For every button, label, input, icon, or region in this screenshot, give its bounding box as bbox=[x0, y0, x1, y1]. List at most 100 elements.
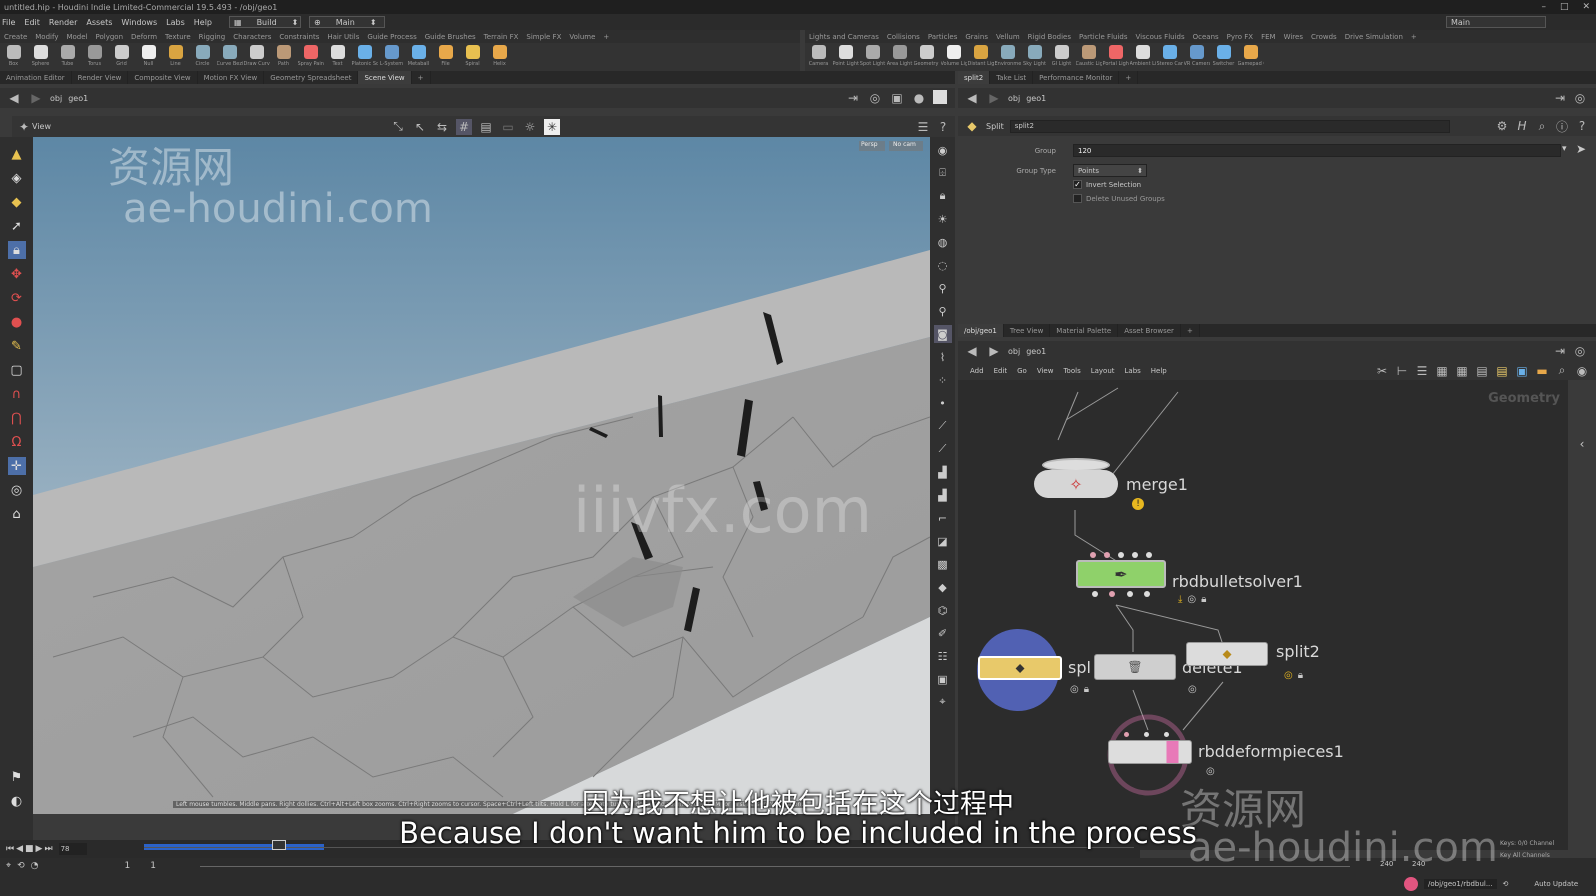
shelf_right-tool-5[interactable]: Volume Light bbox=[940, 43, 967, 71]
shelf-right-tab-6[interactable]: Particle Fluids bbox=[1075, 33, 1132, 41]
eye-icon[interactable]: ◉ bbox=[934, 141, 952, 159]
add-tab-button[interactable]: + bbox=[412, 71, 431, 84]
shelf-left-tab-8[interactable]: Constraints bbox=[275, 33, 323, 41]
snap-magnet-icon[interactable]: ⋂ bbox=[8, 409, 26, 427]
shelf-right-tab-0[interactable]: Lights and Cameras bbox=[805, 33, 883, 41]
layout-icon[interactable]: ▤ bbox=[1474, 363, 1490, 379]
shelf-right-tab-12[interactable]: Crowds bbox=[1307, 33, 1341, 41]
tab-tree-view[interactable]: Tree View bbox=[1004, 324, 1051, 337]
menu-labs[interactable]: Labs bbox=[166, 18, 185, 27]
menu-render[interactable]: Render bbox=[49, 18, 77, 27]
display-icon[interactable] bbox=[933, 90, 947, 104]
shelf-left-tab-1[interactable]: Modify bbox=[31, 33, 62, 41]
lighting-icon[interactable]: ☼ bbox=[522, 119, 538, 135]
shelf-right-tab-3[interactable]: Grains bbox=[961, 33, 992, 41]
shelf_left-tool-2[interactable]: Tube bbox=[54, 43, 81, 71]
shelf-left-tab-2[interactable]: Model bbox=[62, 33, 91, 41]
select-arrow-icon[interactable]: ➤ bbox=[1576, 142, 1586, 156]
loop-icon[interactable]: ⟲ bbox=[17, 861, 25, 871]
menu-assets[interactable]: Assets bbox=[86, 18, 112, 27]
status-avatar[interactable] bbox=[1404, 877, 1418, 891]
lock-icon[interactable]: 🔒︎ bbox=[7, 241, 26, 259]
teapot-icon[interactable]: ⌂ bbox=[8, 505, 26, 523]
tree-icon[interactable]: ⊢ bbox=[1394, 363, 1410, 379]
persp-label[interactable]: Persp bbox=[861, 141, 878, 148]
tab-performance-monitor[interactable]: Performance Monitor bbox=[1033, 71, 1120, 84]
list-icon[interactable]: ☰ bbox=[1414, 363, 1430, 379]
close-button[interactable]: ✕ bbox=[1582, 2, 1590, 12]
delete-unused-checkbox[interactable] bbox=[1073, 194, 1082, 203]
chevron-down-icon[interactable]: ▾ bbox=[1562, 144, 1567, 154]
shelf_right-tool-8[interactable]: Sky Light bbox=[1021, 43, 1048, 71]
shelf_right-tool-0[interactable]: Camera bbox=[805, 43, 832, 71]
points-icon[interactable]: ⁘ bbox=[934, 371, 952, 389]
net-menu-layout[interactable]: Layout bbox=[1091, 367, 1115, 375]
shelf-right-tab-4[interactable]: Vellum bbox=[992, 33, 1024, 41]
invert-checkbox[interactable]: ✓ bbox=[1073, 180, 1082, 189]
help-icon[interactable]: ? bbox=[935, 119, 951, 135]
shelf-right-tab-7[interactable]: Viscous Fluids bbox=[1132, 33, 1189, 41]
lock-icon[interactable]: 🔒︎ bbox=[1201, 594, 1206, 605]
eye-icon[interactable]: ◉ bbox=[1574, 363, 1590, 379]
add-shelf-tab-button[interactable]: + bbox=[1407, 33, 1421, 41]
add-shelf-tab-button[interactable]: + bbox=[599, 33, 613, 41]
bulb-alt-icon[interactable]: ⚲ bbox=[934, 302, 952, 320]
key-all-channels-button[interactable]: Key All Channels bbox=[1500, 852, 1550, 859]
shelf-left-tab-14[interactable]: Volume bbox=[565, 33, 599, 41]
shelf-right-tab-5[interactable]: Rigid Bodies bbox=[1024, 33, 1075, 41]
delete1-node[interactable]: 🗑︎ bbox=[1094, 654, 1176, 680]
camera-view-icon[interactable]: ⌹ bbox=[934, 164, 952, 182]
grid-alt-icon[interactable]: ▦ bbox=[1454, 363, 1470, 379]
shelf-left-tab-9[interactable]: Hair Utils bbox=[323, 33, 363, 41]
camera-icon[interactable]: ▤ bbox=[478, 119, 494, 135]
pin-map-icon[interactable]: ⌖ bbox=[934, 693, 952, 711]
wire-icon[interactable]: ◌ bbox=[934, 256, 952, 274]
select-icon[interactable]: ➚ bbox=[8, 217, 26, 235]
shelf_left-tool-0[interactable]: Box bbox=[0, 43, 27, 71]
forward-arrow-icon[interactable]: ▶ bbox=[28, 90, 44, 106]
pin-icon[interactable]: ⇥ bbox=[1552, 343, 1568, 359]
link-icon[interactable]: ◎ bbox=[1572, 90, 1588, 106]
shelf_left-tool-13[interactable]: Platonic Solids bbox=[351, 43, 378, 71]
search-icon[interactable]: ⌕ bbox=[1534, 118, 1550, 134]
forward-arrow-icon[interactable]: ▶ bbox=[986, 343, 1002, 359]
shelf_right-tool-10[interactable]: Caustic Light bbox=[1075, 43, 1102, 71]
shelf-right-tab-11[interactable]: Wires bbox=[1280, 33, 1307, 41]
shelf_left-tool-9[interactable]: Draw Curve bbox=[243, 43, 270, 71]
shelf_left-tool-12[interactable]: Text bbox=[324, 43, 351, 71]
shelf_left-tool-10[interactable]: Path bbox=[270, 43, 297, 71]
note-icon[interactable]: ▤ bbox=[1494, 363, 1510, 379]
light-icon[interactable]: ☀ bbox=[934, 210, 952, 228]
shelf-left-tab-13[interactable]: Simple FX bbox=[522, 33, 565, 41]
pick-icon[interactable]: ⟋ bbox=[934, 440, 952, 458]
shelf-right-tab-1[interactable]: Collisions bbox=[883, 33, 924, 41]
menu-windows[interactable]: Windows bbox=[121, 18, 157, 27]
shelf_right-tool-3[interactable]: Area Light bbox=[886, 43, 913, 71]
shelf_left-tool-1[interactable]: Sphere bbox=[27, 43, 54, 71]
tab-split2[interactable]: split2 bbox=[958, 71, 991, 84]
range-current[interactable]: 1 bbox=[150, 861, 156, 871]
shelf_right-tool-4[interactable]: Geometry Light bbox=[913, 43, 940, 71]
shelf_left-tool-4[interactable]: Grid bbox=[108, 43, 135, 71]
download-icon[interactable]: ⤓ bbox=[1178, 594, 1182, 605]
obj-path-segment[interactable]: obj bbox=[50, 94, 62, 103]
grid-snap-icon[interactable]: # bbox=[456, 118, 472, 135]
tab-geometry-spreadsheet[interactable]: Geometry Spreadsheet bbox=[264, 71, 359, 84]
back-arrow-icon[interactable]: ◀ bbox=[964, 90, 980, 106]
shelf-left-tab-10[interactable]: Guide Process bbox=[363, 33, 420, 41]
net-menu-edit[interactable]: Edit bbox=[994, 367, 1008, 375]
view-tool-icon[interactable]: ✦ bbox=[16, 119, 32, 135]
pose-icon[interactable]: ◆ bbox=[8, 193, 26, 211]
shelf_right-tool-12[interactable]: Ambient Light bbox=[1129, 43, 1156, 71]
tab-obj-geo1[interactable]: /obj/geo1 bbox=[958, 324, 1004, 337]
realtime-icon[interactable]: ◔ bbox=[31, 861, 39, 871]
wrench-icon[interactable]: ✂ bbox=[1374, 363, 1390, 379]
delete-unused-row[interactable]: Delete Unused Groups bbox=[1073, 194, 1165, 203]
orbit-icon[interactable]: ◎ bbox=[8, 481, 26, 499]
net-menu-view[interactable]: View bbox=[1037, 367, 1054, 375]
snap-icon[interactable]: ⤡ bbox=[390, 119, 406, 135]
info-icon[interactable]: ⓘ bbox=[1554, 118, 1570, 134]
shelf_right-tool-15[interactable]: Switcher bbox=[1210, 43, 1237, 71]
photo-icon[interactable]: ▣ bbox=[934, 670, 952, 688]
shelf-right-tab-2[interactable]: Particles bbox=[924, 33, 962, 41]
